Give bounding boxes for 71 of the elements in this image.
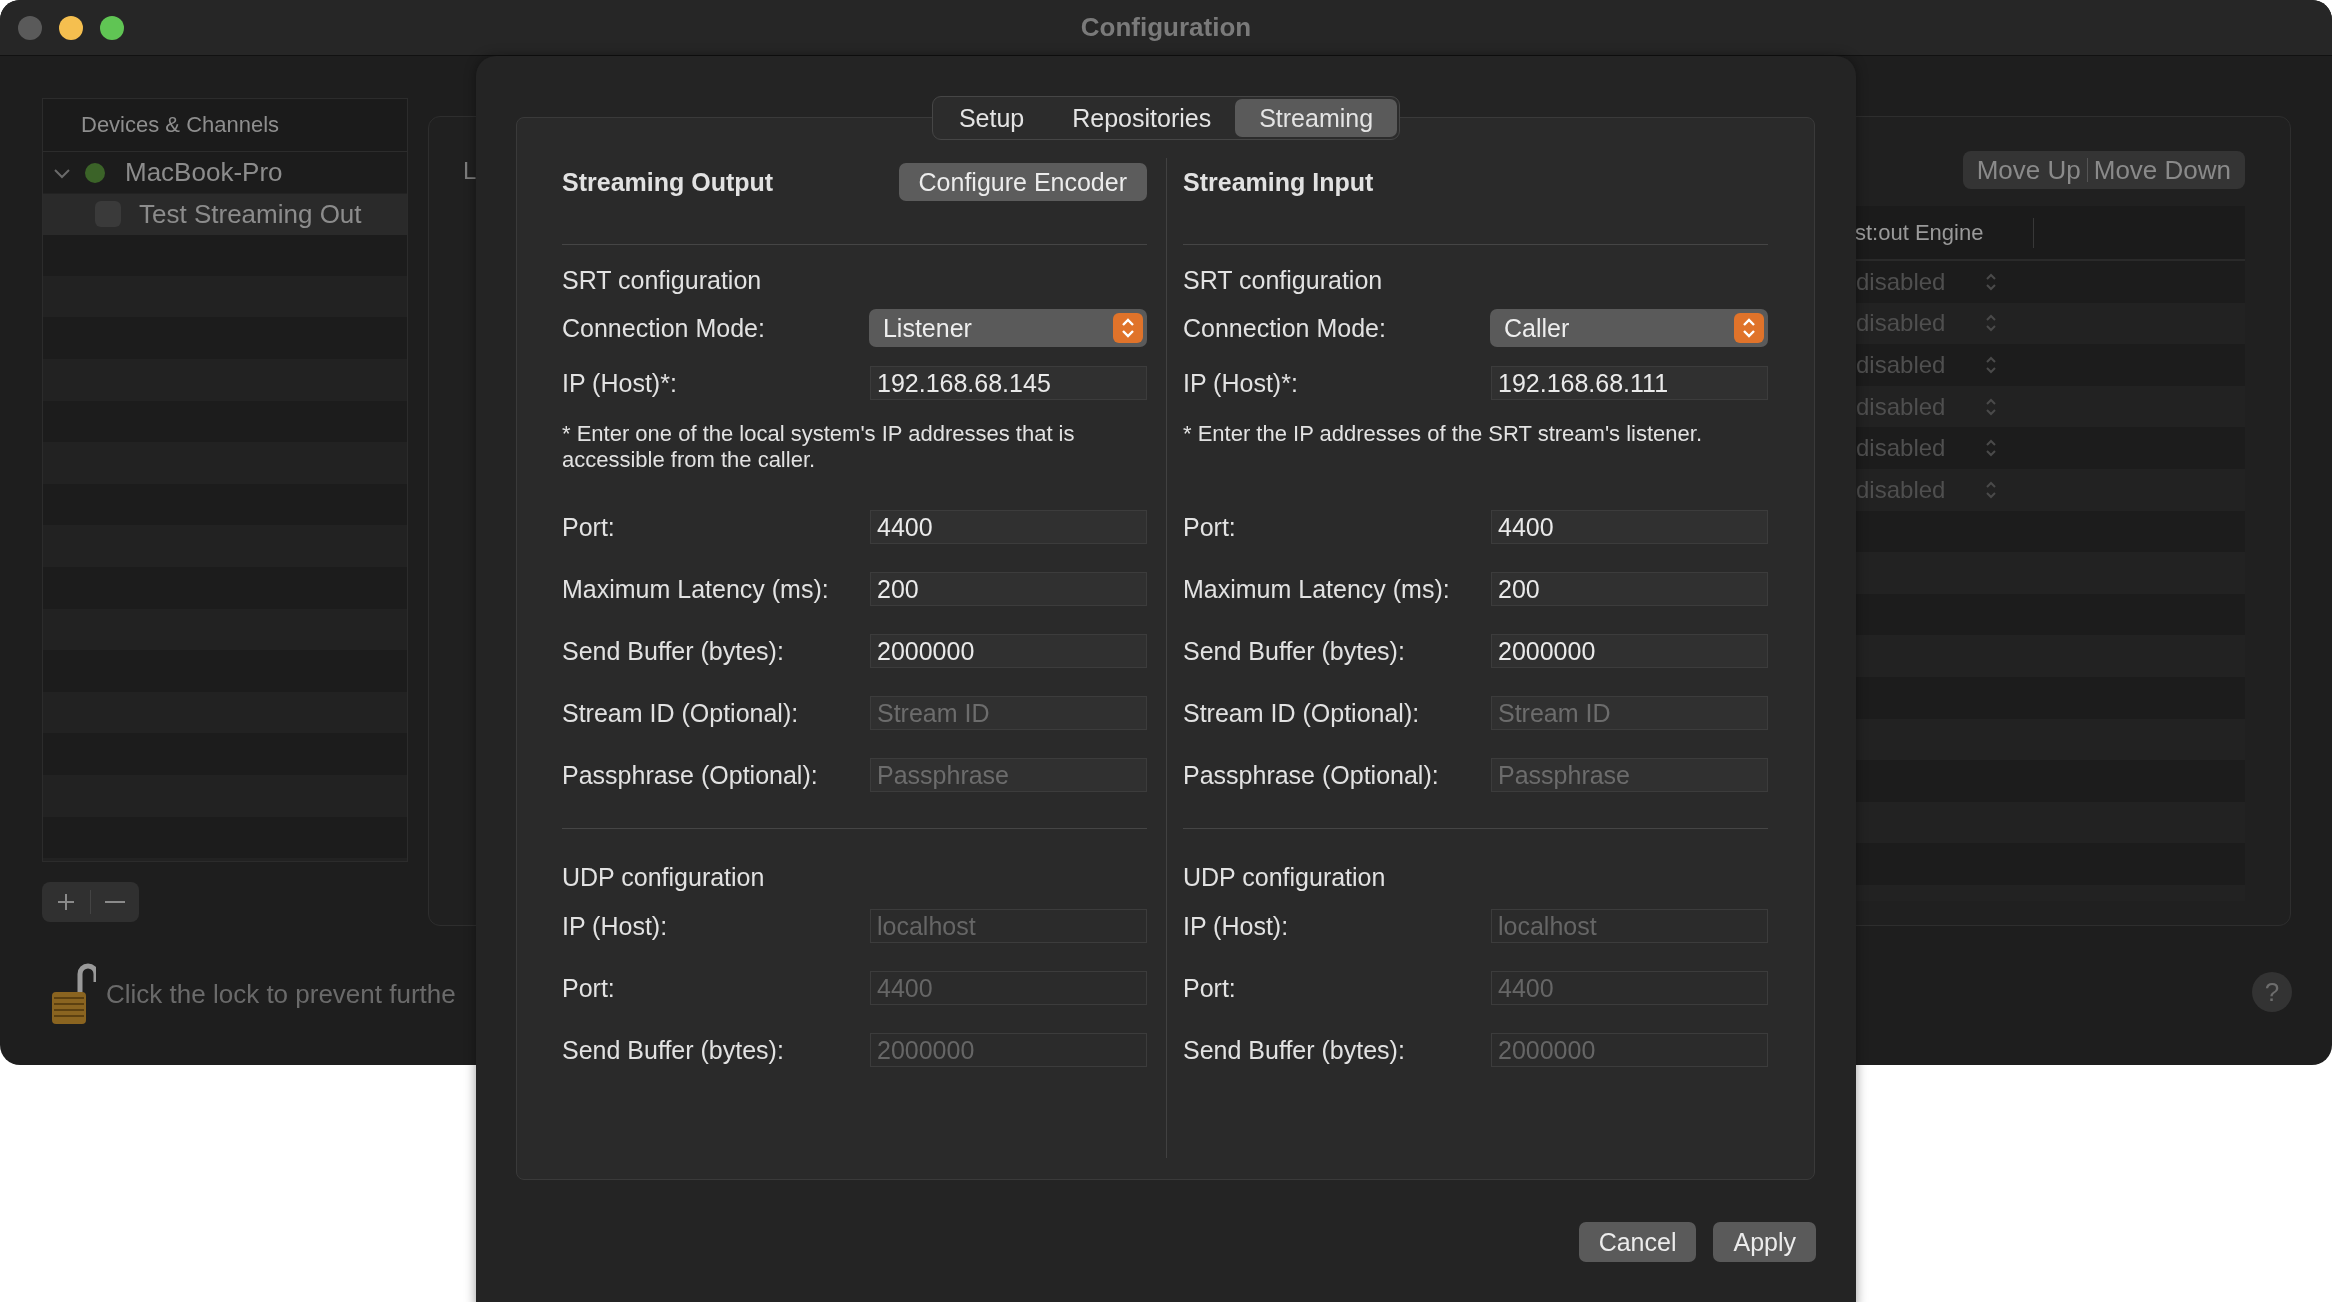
field-label: Port: bbox=[1183, 973, 1237, 1003]
text-field[interactable]: 192.168.68.111 bbox=[1491, 366, 1768, 400]
field-label: Maximum Latency (ms): bbox=[1183, 574, 1451, 604]
field-label: IP (Host)*: bbox=[562, 368, 678, 398]
device-name: MacBook-Pro bbox=[125, 157, 283, 189]
field-label: IP (Host)*: bbox=[1183, 368, 1299, 398]
field-label: Maximum Latency (ms): bbox=[562, 574, 830, 604]
device-row[interactable]: MacBook-Pro bbox=[43, 152, 407, 194]
text-field[interactable]: 2000000 bbox=[870, 634, 1147, 668]
section-title: Streaming Input bbox=[1183, 167, 1374, 197]
zoom-button[interactable] bbox=[100, 15, 124, 40]
channel-row[interactable]: Test Streaming Out bbox=[43, 193, 407, 236]
move-button[interactable]: Move Down bbox=[2087, 154, 2237, 186]
updown-arrows-icon bbox=[1985, 396, 1998, 417]
text-field[interactable]: 2000000 bbox=[1491, 634, 1768, 668]
field-label: Send Buffer (bytes): bbox=[1183, 636, 1406, 666]
field-label: Stream ID (Optional): bbox=[562, 698, 800, 728]
updown-arrows-icon bbox=[1985, 438, 1998, 459]
updown-arrows-icon bbox=[1985, 355, 1998, 375]
field-label: Send Buffer (bytes): bbox=[562, 636, 785, 666]
column-header: Devices & Channels bbox=[81, 112, 280, 138]
tab[interactable]: Setup bbox=[934, 99, 1049, 137]
field-label: Send Buffer (bytes): bbox=[1183, 1035, 1406, 1065]
text-field[interactable]: 200 bbox=[870, 572, 1147, 606]
group-title: UDP configuration bbox=[1183, 862, 1387, 893]
field-label: Port: bbox=[562, 512, 616, 542]
group-title: UDP configuration bbox=[562, 862, 766, 893]
group-title: SRT configuration bbox=[562, 265, 763, 296]
text-field[interactable]: 4400 bbox=[1491, 510, 1768, 544]
move-button[interactable]: Move Up bbox=[1970, 154, 2087, 186]
field-label: Stream ID (Optional): bbox=[1183, 698, 1421, 728]
mode-dropdown[interactable]: Listener bbox=[868, 309, 1147, 347]
group-title: SRT configuration bbox=[1183, 265, 1384, 296]
text-field[interactable]: Stream ID bbox=[870, 696, 1147, 730]
field-label: Port: bbox=[562, 973, 616, 1003]
text-field[interactable]: 200 bbox=[1491, 572, 1768, 606]
text-field[interactable]: Passphrase bbox=[870, 758, 1147, 792]
updown-arrows-icon bbox=[1985, 313, 1998, 334]
field-label: Connection Mode: bbox=[1183, 313, 1387, 343]
field-label: Send Buffer (bytes): bbox=[562, 1035, 785, 1065]
chevron-down-icon[interactable] bbox=[53, 166, 71, 179]
minimize-button[interactable] bbox=[59, 15, 83, 40]
channel-name: Test Streaming Out bbox=[139, 198, 362, 230]
hint-text: * Enter one of the local system's IP addresses that is accessible from the caller. bbox=[562, 421, 1076, 473]
text-field[interactable]: 192.168.68.145 bbox=[870, 366, 1147, 400]
text-field[interactable]: 4400 bbox=[870, 510, 1147, 544]
padlock-icon[interactable] bbox=[50, 962, 96, 1026]
field-label: IP (Host): bbox=[1183, 911, 1290, 941]
text-field[interactable]: Passphrase bbox=[1491, 758, 1768, 792]
close-button[interactable] bbox=[18, 15, 42, 40]
section-title: Streaming Output bbox=[562, 167, 774, 197]
dialog-button[interactable]: Apply bbox=[1713, 1222, 1816, 1262]
label-text: L bbox=[463, 157, 477, 185]
dialog-button[interactable]: Cancel bbox=[1578, 1222, 1697, 1262]
field-label: Passphrase (Optional): bbox=[1183, 760, 1440, 790]
field-label: Port: bbox=[1183, 512, 1237, 542]
configure-button[interactable]: Configure Encoder bbox=[898, 163, 1147, 201]
updown-arrows-icon bbox=[1985, 479, 1998, 500]
field-label: Passphrase (Optional): bbox=[562, 760, 819, 790]
stepper-icon bbox=[1734, 313, 1764, 343]
updown-arrows-icon bbox=[1985, 271, 1998, 292]
hint-text: * Enter the IP addresses of the SRT stream's listener. bbox=[1183, 421, 1704, 448]
lock-hint: Click the lock to prevent furthe bbox=[106, 978, 456, 1010]
mode-dropdown[interactable]: Caller bbox=[1489, 309, 1768, 347]
field-label: Connection Mode: bbox=[562, 313, 766, 343]
stepper-icon bbox=[1113, 313, 1143, 343]
field-label: IP (Host): bbox=[562, 911, 669, 941]
text-field[interactable]: Stream ID bbox=[1491, 696, 1768, 730]
tab[interactable]: Repositories bbox=[1048, 99, 1236, 137]
window-title: Configuration bbox=[1080, 12, 1252, 43]
tab[interactable]: Streaming bbox=[1235, 99, 1398, 137]
